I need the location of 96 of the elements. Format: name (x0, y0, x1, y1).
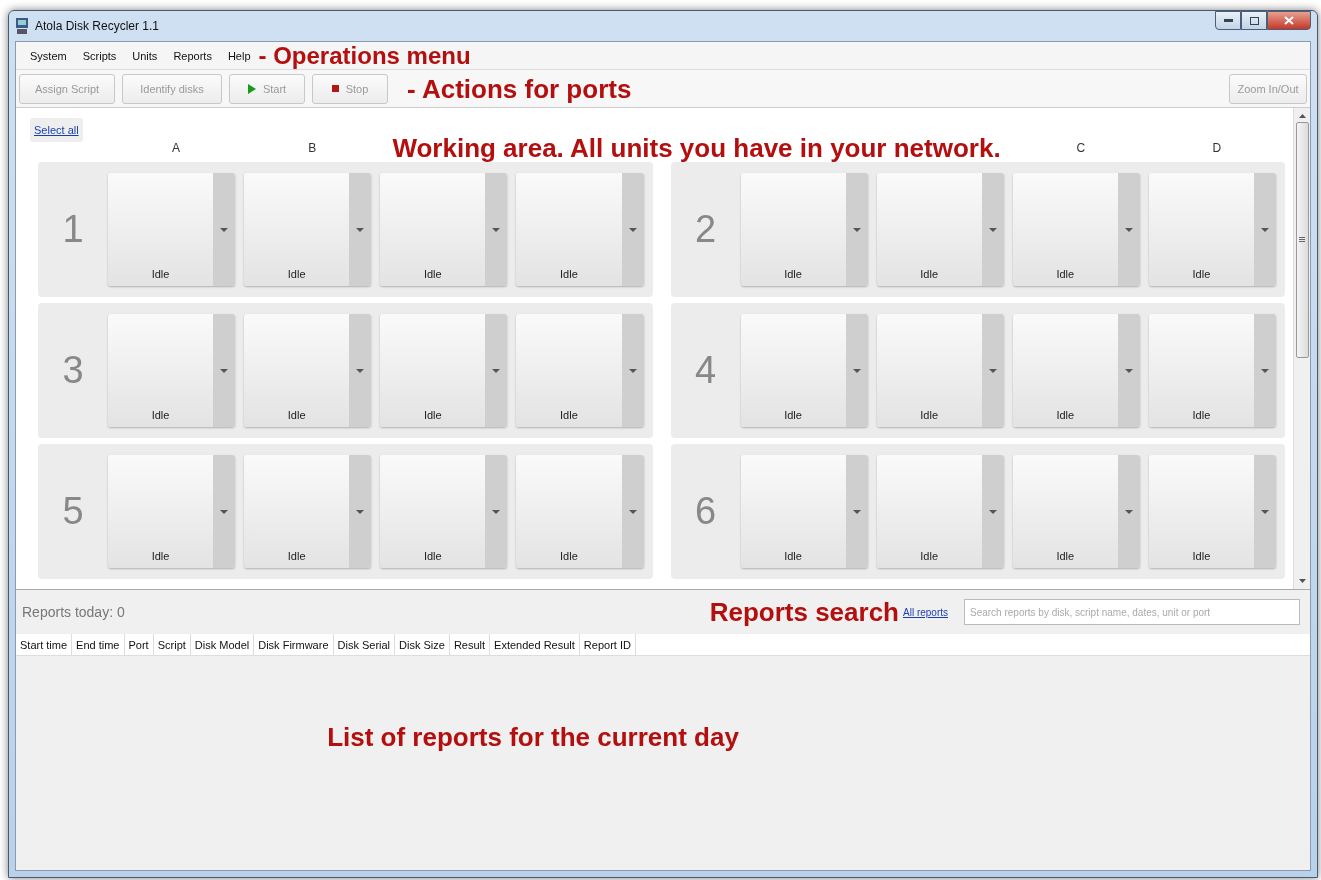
search-field[interactable]: Search reports by disk, script name, dates, unit or port (964, 599, 1300, 625)
port-status: Idle (287, 268, 306, 280)
port-status: Idle (1056, 268, 1075, 280)
play-icon (247, 83, 256, 94)
menu-item[interactable]: System (22, 49, 75, 62)
column-header[interactable]: Start time (16, 634, 73, 655)
dropdown-caret-icon[interactable] (220, 368, 229, 373)
column-letter: B (307, 141, 318, 155)
dropdown-caret-icon[interactable] (220, 227, 229, 232)
port-status: Idle (423, 409, 442, 421)
unit-number: 4 (694, 349, 717, 392)
port-status: Idle (151, 409, 170, 421)
port-status: Idle (151, 268, 170, 280)
dropdown-caret-icon[interactable] (988, 227, 997, 232)
dropdown-caret-icon[interactable] (628, 227, 637, 232)
select-all-link[interactable]: Select all (30, 118, 83, 142)
dropdown-caret-icon[interactable] (356, 368, 365, 373)
column-header[interactable]: Disk Size (395, 634, 450, 655)
port-status: Idle (423, 268, 442, 280)
column-header[interactable]: Disk Firmware (254, 634, 334, 655)
dropdown-caret-icon[interactable] (1261, 227, 1269, 232)
port-status: Idle (920, 550, 939, 562)
unit-number: 2 (694, 208, 717, 251)
port-status: Idle (287, 550, 306, 562)
close-icon (1284, 16, 1294, 25)
dropdown-caret-icon[interactable] (492, 368, 501, 373)
annotation-text: List of reports for the current day (327, 724, 739, 754)
column-letter: C (1075, 141, 1087, 155)
reports-count: Reports today: 0 (22, 604, 125, 620)
dropdown-caret-icon[interactable] (1124, 509, 1133, 514)
dropdown-caret-icon[interactable] (1261, 368, 1269, 373)
dropdown-caret-icon[interactable] (628, 509, 637, 514)
column-header[interactable]: Port (124, 634, 154, 655)
dropdown-caret-icon[interactable] (1261, 509, 1269, 514)
dropdown-caret-icon[interactable] (988, 509, 997, 514)
unit-number: 5 (62, 490, 84, 533)
port-status: Idle (1056, 550, 1075, 562)
dropdown-caret-icon[interactable] (988, 368, 997, 373)
column-header[interactable]: Disk Serial (333, 634, 396, 655)
column-header[interactable]: Report ID (579, 634, 636, 655)
stop-icon (331, 85, 339, 92)
menu-item[interactable]: Scripts (74, 49, 125, 62)
dropdown-caret-icon[interactable] (356, 227, 365, 232)
dropdown-caret-icon[interactable] (628, 368, 637, 373)
menu-item[interactable]: Reports (165, 49, 220, 62)
port-status: Idle (1192, 268, 1211, 280)
dropdown-caret-icon[interactable] (852, 509, 861, 514)
dropdown-caret-icon[interactable] (852, 227, 861, 232)
minimize-icon (1223, 19, 1233, 22)
port-status: Idle (920, 409, 939, 421)
dropdown-caret-icon[interactable] (492, 509, 501, 514)
dropdown-caret-icon[interactable] (356, 509, 365, 514)
annotation-text: - Actions for ports (407, 75, 632, 102)
unit-number: 3 (62, 349, 84, 392)
unit-number: 6 (694, 490, 717, 533)
port-status: Idle (784, 550, 802, 562)
annotation-text: - Operations menu (258, 43, 471, 68)
scroll-down-icon[interactable] (1298, 579, 1306, 583)
column-letter: D (1211, 141, 1223, 155)
maximize-icon (1249, 16, 1259, 25)
unit-number: 1 (62, 208, 84, 251)
maximize-button[interactable] (1241, 11, 1267, 30)
annotation-text: Working area. All units you have in your network. (391, 135, 1002, 161)
port-status: Idle (1056, 409, 1075, 421)
annotation-text: Reports search (709, 599, 899, 625)
all-reports-link[interactable]: All reports (903, 606, 948, 618)
port-status: Idle (560, 268, 578, 280)
app-icon (15, 18, 29, 34)
port-status: Idle (287, 409, 306, 421)
window-title: Atola Disk Recycler 1.1 (35, 19, 160, 33)
scrollbar-thumb[interactable] (1295, 122, 1309, 358)
dropdown-caret-icon[interactable] (492, 227, 501, 232)
column-header[interactable]: End time (72, 634, 125, 655)
dropdown-caret-icon[interactable] (852, 368, 861, 373)
port-status: Idle (560, 409, 578, 421)
port-status: Idle (1192, 550, 1211, 562)
menu-item[interactable]: Help (219, 49, 259, 62)
port-status: Idle (1192, 409, 1211, 421)
port-status: Idle (920, 268, 939, 280)
menu-item[interactable]: Units (124, 49, 166, 62)
column-header[interactable]: Script (153, 634, 191, 655)
dropdown-caret-icon[interactable] (220, 509, 229, 514)
port-status: Idle (560, 550, 578, 562)
scroll-up-icon[interactable] (1298, 114, 1306, 118)
dropdown-caret-icon[interactable] (1124, 368, 1133, 373)
minimize-button[interactable] (1215, 11, 1241, 30)
port-status: Idle (784, 409, 802, 421)
port-status: Idle (784, 268, 802, 280)
column-header[interactable]: Extended Result (490, 634, 580, 655)
dropdown-caret-icon[interactable] (1124, 227, 1133, 232)
port-status: Idle (151, 550, 170, 562)
column-header[interactable]: Disk Model (190, 634, 255, 655)
column-header[interactable]: Result (449, 634, 491, 655)
close-button[interactable] (1267, 11, 1311, 30)
port-status: Idle (423, 550, 442, 562)
column-letter: A (171, 141, 182, 155)
